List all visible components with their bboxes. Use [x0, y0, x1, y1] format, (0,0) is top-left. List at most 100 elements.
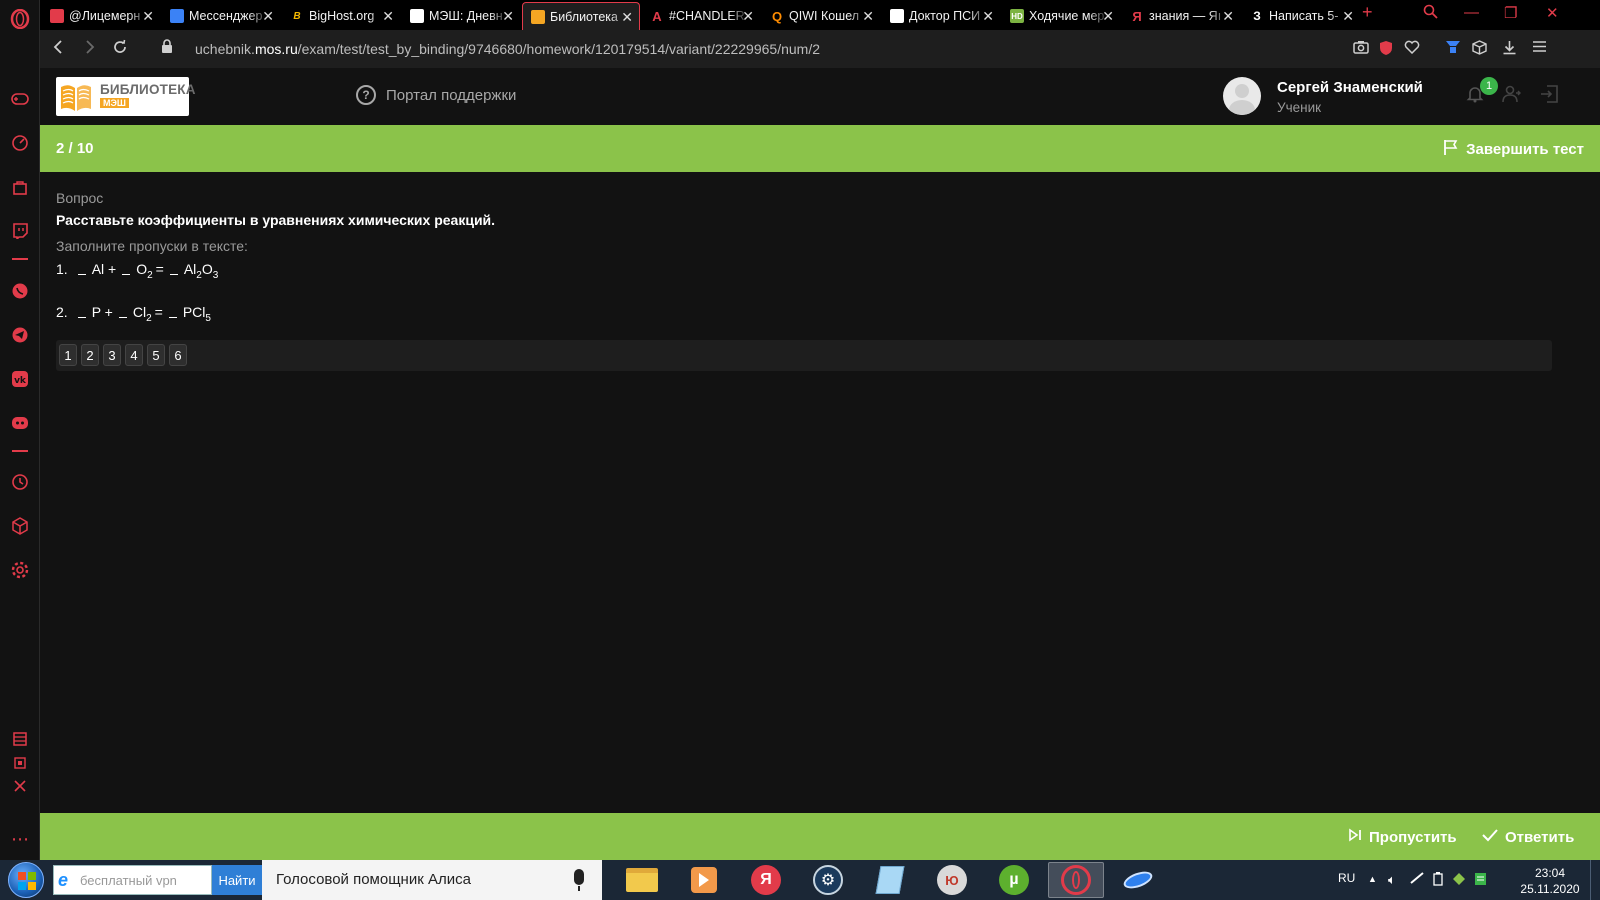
tab-close-icon[interactable]: ✕ [742, 8, 754, 25]
tray-expand-icon[interactable]: ▲ [1368, 874, 1377, 884]
twitch-icon[interactable] [9, 220, 31, 242]
tab-item[interactable]: З Написать 5- ✕ [1242, 2, 1360, 30]
tray-notes-icon[interactable] [1474, 872, 1487, 889]
sidebar-more-icon[interactable]: ⋯ [9, 828, 31, 850]
extensions-box-icon[interactable] [1472, 40, 1487, 59]
close-window-icon[interactable]: ✕ [1546, 4, 1559, 22]
coefficient-blank-input[interactable] [169, 265, 178, 275]
url-field[interactable]: uchebnik.mos.ru/exam/test/test_by_bindin… [195, 41, 820, 57]
answer-chip[interactable]: 6 [169, 344, 187, 366]
tab-close-icon[interactable]: ✕ [862, 8, 874, 25]
tray-app-icon[interactable] [1452, 872, 1466, 889]
alice-voice-assistant[interactable]: Голосовой помощник Алиса [262, 860, 602, 900]
easy-setup-menu-icon[interactable] [1532, 40, 1547, 57]
clock-date[interactable]: 25.11.2020 [1516, 882, 1584, 896]
show-desktop-button[interactable] [1590, 860, 1600, 900]
tab-close-icon[interactable]: ✕ [262, 8, 274, 25]
reload-icon[interactable] [112, 39, 128, 60]
battery-icon[interactable] [1432, 872, 1444, 889]
tab-item[interactable]: Доктор ПСИ ✕ [882, 2, 1000, 30]
crossed-tools-icon[interactable] [9, 775, 31, 797]
telegram-icon[interactable] [9, 324, 31, 346]
workspaces-icon[interactable] [9, 728, 31, 750]
answer-chip[interactable]: 5 [147, 344, 165, 366]
answer-button[interactable]: Ответить [1482, 828, 1574, 846]
user-name[interactable]: Сергей Знаменский [1277, 79, 1423, 96]
shopping-bag-icon[interactable] [9, 176, 31, 198]
tab-close-icon[interactable]: ✕ [382, 8, 394, 25]
minimize-icon[interactable]: — [1464, 4, 1479, 21]
tab-close-icon[interactable]: ✕ [1102, 8, 1114, 25]
search-button[interactable]: Найти [212, 865, 262, 895]
tab-item[interactable]: МЭШ: Дневн ✕ [402, 2, 520, 30]
coefficient-blank-input[interactable] [122, 265, 131, 275]
snapshot-icon[interactable] [9, 752, 31, 774]
history-icon[interactable] [9, 471, 31, 493]
support-portal-link[interactable]: ? Портал поддержки [356, 85, 516, 105]
file-explorer-icon[interactable] [614, 862, 670, 898]
answer-chip[interactable]: 3 [103, 344, 121, 366]
coefficient-blank-input[interactable] [118, 308, 127, 318]
keyboard-language-indicator[interactable]: RU [1338, 871, 1355, 885]
answer-chip[interactable]: 4 [125, 344, 143, 366]
finish-test-button[interactable]: Завершить тест [1443, 139, 1584, 159]
new-tab-plus-icon[interactable]: + [1362, 2, 1373, 23]
flow-icon[interactable] [1445, 40, 1461, 58]
gamepad-icon[interactable] [9, 88, 31, 110]
tab-close-icon[interactable]: ✕ [1222, 8, 1234, 25]
tab-item[interactable]: Мессенджер ✕ [162, 2, 280, 30]
coefficient-blank-input[interactable] [168, 308, 177, 318]
avatar[interactable] [1223, 77, 1261, 115]
taskbar-search-input[interactable]: e бесплатный vpn [53, 865, 212, 895]
start-button[interactable] [8, 862, 44, 898]
notes-app-icon[interactable] [862, 862, 918, 898]
lock-icon[interactable] [161, 39, 173, 59]
vk-icon[interactable]: vk [9, 368, 31, 390]
yu-app-icon[interactable]: Ю [924, 862, 980, 898]
back-arrow-icon[interactable] [52, 39, 64, 60]
settings-gear-icon[interactable] [9, 559, 31, 581]
answer-chip[interactable]: 2 [81, 344, 99, 366]
tab-item[interactable]: HD Ходячие мер ✕ [1002, 2, 1120, 30]
tab-close-icon[interactable]: ✕ [1342, 8, 1354, 25]
yandex-browser-icon[interactable]: Я [738, 862, 794, 898]
speed-dial-icon[interactable] [9, 132, 31, 154]
tab-close-icon[interactable]: ✕ [621, 9, 633, 26]
media-player-icon[interactable] [676, 862, 732, 898]
library-logo[interactable]: БИБЛИОТЕКА МЭШ [56, 77, 196, 116]
tab-close-icon[interactable]: ✕ [142, 8, 154, 25]
heart-bookmark-icon[interactable] [1404, 40, 1420, 58]
tab-item[interactable]: @Лицемерн ✕ [42, 2, 160, 30]
discord-icon[interactable] [9, 412, 31, 434]
coefficient-blank-input[interactable] [77, 308, 86, 318]
whatsapp-icon[interactable] [9, 280, 31, 302]
clock-time[interactable]: 23:04 [1520, 866, 1580, 880]
opera-taskbar-icon[interactable] [1048, 862, 1104, 898]
tab-close-icon[interactable]: ✕ [502, 8, 514, 25]
answer-chip[interactable]: 1 [59, 344, 77, 366]
tab-item[interactable]: A #CHANDLER ✕ [642, 2, 760, 30]
network-icon[interactable] [1410, 872, 1424, 887]
tab-item[interactable]: Я знания — Яı ✕ [1122, 2, 1240, 30]
forward-arrow-icon[interactable] [84, 39, 96, 60]
user-switch-icon[interactable] [1502, 85, 1522, 108]
tab-item-active[interactable]: Библиотека ✕ [522, 2, 640, 30]
adblock-shield-icon[interactable] [1379, 40, 1393, 60]
blue-app-icon[interactable] [1110, 862, 1166, 898]
tab-search-icon[interactable] [1423, 4, 1438, 23]
opera-logo-icon[interactable] [9, 8, 31, 30]
logout-icon[interactable] [1540, 85, 1558, 108]
utorrent-icon[interactable]: µ [986, 862, 1042, 898]
coefficient-blank-input[interactable] [77, 265, 86, 275]
steam-icon[interactable]: ⚙ [800, 862, 856, 898]
camera-snapshot-icon[interactable] [1353, 40, 1369, 58]
restore-icon[interactable]: ❐ [1504, 4, 1517, 22]
tab-item[interactable]: B BigHost.org ✕ [282, 2, 400, 30]
extensions-cube-icon[interactable] [9, 515, 31, 537]
tab-item[interactable]: Q QIWI Кошел ✕ [762, 2, 880, 30]
tab-close-icon[interactable]: ✕ [982, 8, 994, 25]
download-icon[interactable] [1502, 40, 1517, 59]
volume-icon[interactable]: 🔈︎ [1388, 872, 1396, 888]
equation-number: 1. [56, 261, 68, 277]
skip-button[interactable]: Пропустить [1348, 828, 1457, 846]
